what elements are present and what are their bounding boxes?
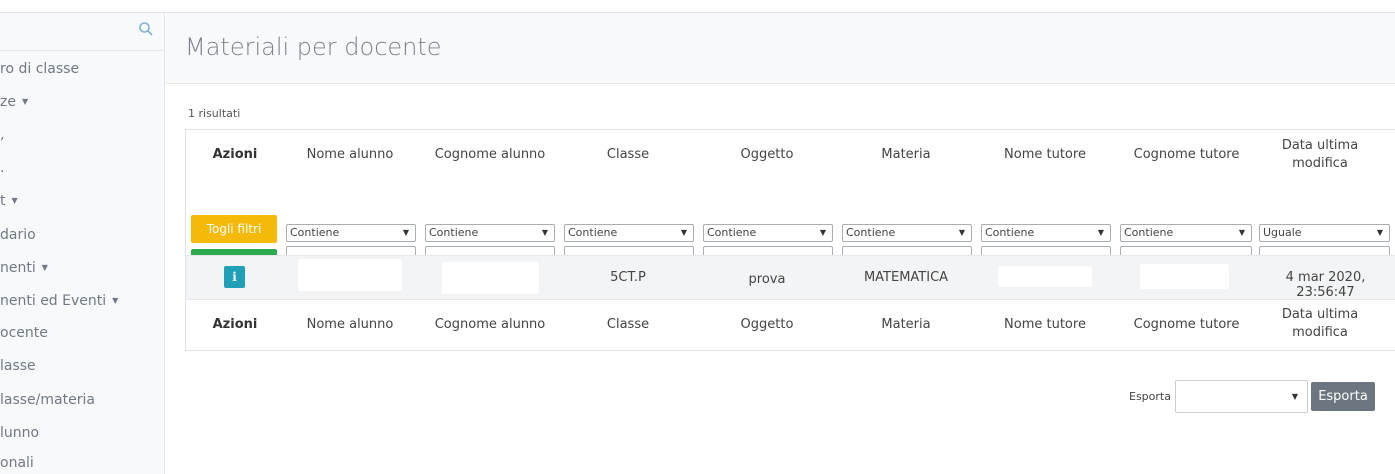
filter-nome-tutore-operator[interactable]: Contiene ▼ bbox=[981, 224, 1111, 242]
filter-data-operator[interactable]: Uguale ▼ bbox=[1259, 224, 1390, 242]
column-header-cognome-tutore[interactable]: Cognome tutore bbox=[1119, 146, 1254, 164]
filter-cognome-alunno-operator[interactable]: Contiene ▼ bbox=[425, 224, 555, 242]
sidebar-search[interactable] bbox=[0, 13, 164, 51]
chevron-down-icon: ▼ bbox=[541, 228, 548, 237]
footer-header-nome-alunno: Nome alunno bbox=[306, 317, 394, 332]
footer-header-classe: Classe bbox=[606, 317, 650, 332]
filter-nome-alunno-operator[interactable]: Contiene ▼ bbox=[286, 224, 416, 242]
filter-materia-operator[interactable]: Contiene ▼ bbox=[842, 224, 972, 242]
chevron-down-icon: ▼ bbox=[1376, 228, 1383, 237]
footer-header-cognome-alunno: Cognome alunno bbox=[434, 317, 546, 332]
chevron-down-icon: ▼ bbox=[1291, 392, 1298, 401]
sidebar-item-registro[interactable]: ro di classe bbox=[0, 61, 79, 77]
sidebar-item-4[interactable]: . bbox=[0, 160, 4, 176]
sidebar-item-calendario[interactable]: dario bbox=[0, 227, 36, 243]
chevron-down-icon: ▼ bbox=[819, 228, 826, 237]
classe-cell: 5CT.P bbox=[610, 270, 646, 285]
sidebar-item-alunno[interactable]: lunno bbox=[0, 425, 39, 441]
column-header-materia[interactable]: Materia bbox=[841, 146, 971, 164]
sidebar-item-documenti[interactable]: nenti ▼ bbox=[0, 260, 48, 276]
column-header-nome-alunno[interactable]: Nome alunno bbox=[285, 146, 415, 164]
filter-classe-operator[interactable]: Contiene ▼ bbox=[564, 224, 694, 242]
column-header-data-ultima-modifica[interactable]: Data ultima modifica bbox=[1260, 137, 1380, 173]
nome-tutore-cell bbox=[998, 266, 1092, 287]
oggetto-cell: prova bbox=[748, 272, 786, 287]
nome-alunno-cell bbox=[298, 259, 402, 291]
chevron-down-icon: ▼ bbox=[1097, 228, 1104, 237]
cognome-alunno-cell bbox=[442, 262, 539, 294]
sidebar-item-3[interactable]: , bbox=[0, 127, 4, 143]
search-icon[interactable] bbox=[138, 21, 154, 37]
filter-cognome-tutore-operator[interactable]: Contiene ▼ bbox=[1120, 224, 1252, 242]
chevron-down-icon: ▼ bbox=[402, 228, 409, 237]
sidebar-item-documenti-eventi[interactable]: nenti ed Eventi ▼ bbox=[0, 293, 118, 309]
footer-header-data-ultima-modifica: Data ultima modifica bbox=[1281, 307, 1359, 340]
column-header-classe[interactable]: Classe bbox=[563, 146, 693, 164]
footer-header-azioni: Azioni bbox=[212, 317, 258, 332]
footer-header-cognome-tutore: Cognome tutore bbox=[1133, 317, 1240, 332]
caret-down-icon: ▼ bbox=[41, 263, 48, 272]
sidebar-item-personali[interactable]: onali bbox=[0, 455, 34, 471]
caret-down-icon: ▼ bbox=[112, 296, 119, 305]
caret-down-icon: ▼ bbox=[11, 196, 18, 205]
column-header-azioni[interactable]: Azioni bbox=[200, 146, 270, 164]
chevron-down-icon: ▼ bbox=[958, 228, 965, 237]
sidebar-item-docente[interactable]: ocente bbox=[0, 325, 48, 341]
chevron-down-icon: ▼ bbox=[1238, 228, 1245, 237]
cognome-tutore-cell bbox=[1140, 264, 1229, 289]
materia-cell: MATEMATICA bbox=[863, 270, 949, 285]
footer-header-materia: Materia bbox=[881, 317, 931, 332]
togli-filtri-button[interactable]: Togli filtri bbox=[191, 215, 277, 243]
info-icon[interactable]: i bbox=[224, 266, 245, 288]
data-cell: 4 mar 2020, 23:56:47 bbox=[1285, 270, 1366, 300]
export-format-select[interactable]: ▼ bbox=[1175, 380, 1308, 413]
sidebar-item-classe[interactable]: lasse bbox=[0, 358, 36, 374]
filter-oggetto-operator[interactable]: Contiene ▼ bbox=[703, 224, 833, 242]
page-title: Materiali per docente bbox=[185, 33, 442, 61]
column-header-nome-tutore[interactable]: Nome tutore bbox=[980, 146, 1110, 164]
footer-header-nome-tutore: Nome tutore bbox=[1004, 317, 1086, 332]
results-count: 1 risultati bbox=[188, 107, 241, 120]
chevron-down-icon: ▼ bbox=[680, 228, 687, 237]
sidebar-item-classe-materia[interactable]: lasse/materia bbox=[0, 392, 95, 408]
sidebar-item-t[interactable]: t ▼ bbox=[0, 193, 18, 209]
sidebar-item-ze[interactable]: ze ▼ bbox=[0, 94, 28, 110]
column-header-cognome-alunno[interactable]: Cognome alunno bbox=[425, 146, 555, 164]
column-header-oggetto[interactable]: Oggetto bbox=[702, 146, 832, 164]
footer-header-oggetto: Oggetto bbox=[740, 317, 794, 332]
export-button[interactable]: Esporta bbox=[1311, 382, 1375, 411]
export-label: Esporta bbox=[1129, 390, 1171, 403]
caret-down-icon: ▼ bbox=[21, 97, 29, 106]
